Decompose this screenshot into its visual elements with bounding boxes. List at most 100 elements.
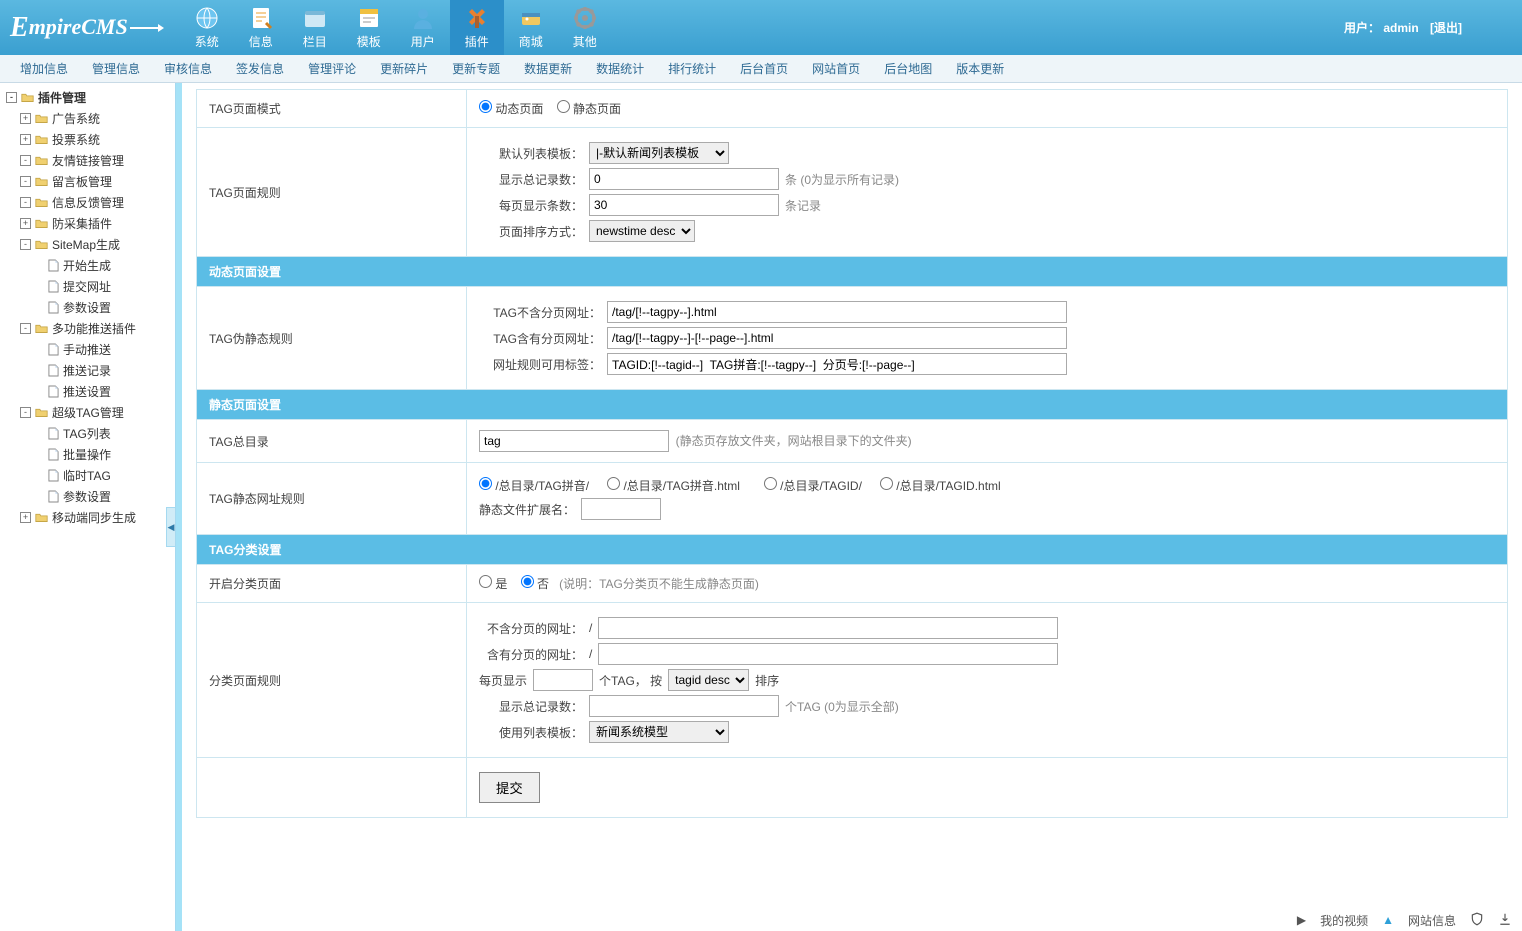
expand-icon[interactable]: - [20,323,31,334]
tree-leaf-8-0[interactable]: TAG列表 [2,423,173,444]
radio-surl-4[interactable]: /总目录/TAGID.html [880,477,1001,494]
folder-icon [35,218,48,229]
expand-icon[interactable]: - [20,407,31,418]
subnav-item-10[interactable]: 后台首页 [728,60,800,77]
download-icon[interactable] [1498,912,1512,929]
url-no-page-input[interactable] [607,301,1067,323]
radio-surl-2[interactable]: /总目录/TAG拼音.html [607,477,740,494]
topnav-system[interactable]: 系统 [180,0,234,55]
tree-leaf-7-2[interactable]: 推送设置 [2,381,173,402]
subnav-item-0[interactable]: 增加信息 [8,60,80,77]
subnav-item-12[interactable]: 后台地图 [872,60,944,77]
tree-leaf-7-0[interactable]: 手动推送 [2,339,173,360]
play-icon[interactable]: ▶ [1297,913,1306,927]
status-video[interactable]: 我的视频 [1320,912,1368,929]
topnav-user[interactable]: 用户 [396,0,450,55]
tree-leaf-8-2[interactable]: 临时TAG [2,465,173,486]
tree-item-7[interactable]: -多功能推送插件 [2,318,173,339]
user-box: 用户： admin [退出] [1344,19,1522,36]
subnav-item-1[interactable]: 管理信息 [80,60,152,77]
topnav-template[interactable]: 模板 [342,0,396,55]
expand-icon[interactable]: + [20,134,31,145]
subnav-item-5[interactable]: 更新碎片 [368,60,440,77]
expand-icon[interactable]: + [20,113,31,124]
tree-leaf-6-0[interactable]: 开始生成 [2,255,173,276]
tree-leaf-8-1[interactable]: 批量操作 [2,444,173,465]
subnav-item-3[interactable]: 签发信息 [224,60,296,77]
tree-leaf-6-1[interactable]: 提交网址 [2,276,173,297]
tree-item-4[interactable]: -信息反馈管理 [2,192,173,213]
shop-icon [518,5,544,31]
cat-per-page-input[interactable] [533,669,593,691]
radio-dynamic[interactable]: 动态页面 [479,102,543,116]
logout-link[interactable]: [退出] [1430,21,1462,35]
subnav-item-2[interactable]: 审核信息 [152,60,224,77]
radio-static[interactable]: 静态页面 [557,102,621,116]
expand-icon[interactable]: - [20,176,31,187]
up-icon[interactable]: ▲ [1382,913,1394,927]
tree-leaf-8-3[interactable]: 参数设置 [2,486,173,507]
cat-template-select[interactable]: 新闻系统模型 [589,721,729,743]
cat-url-page-input[interactable] [598,643,1058,665]
folder-icon [35,197,48,208]
folder-icon [35,512,48,523]
cat-order-select[interactable]: tagid desc [668,669,749,691]
url-tags-input[interactable] [607,353,1067,375]
expand-icon[interactable]: + [20,512,31,523]
tree-item-2[interactable]: -友情链接管理 [2,150,173,171]
subnav-item-9[interactable]: 排行统计 [656,60,728,77]
topnav-other[interactable]: 其他 [558,0,612,55]
subnav-item-7[interactable]: 数据更新 [512,60,584,77]
expand-icon[interactable]: - [6,92,17,103]
tree-item-1[interactable]: +投票系统 [2,129,173,150]
subnav-item-4[interactable]: 管理评论 [296,60,368,77]
topnav-plugin[interactable]: 插件 [450,0,504,55]
tree-item-5[interactable]: +防采集插件 [2,213,173,234]
expand-icon[interactable]: - [20,155,31,166]
row-catrule-label: 分类页面规则 [197,603,467,758]
expand-icon[interactable]: - [20,239,31,250]
static-ext-input[interactable] [581,498,661,520]
topnav-info[interactable]: 信息 [234,0,288,55]
expand-icon[interactable]: - [20,197,31,208]
tree-item-3[interactable]: -留言板管理 [2,171,173,192]
file-icon [48,469,59,482]
radio-cat-no[interactable]: 否 [521,577,549,591]
topnav-shop[interactable]: 商城 [504,0,558,55]
shield-icon[interactable] [1470,912,1484,929]
other-icon [572,5,598,31]
folder-icon [35,134,48,145]
per-page-input[interactable] [589,194,779,216]
folder-icon [21,92,34,103]
tree-leaf-7-1[interactable]: 推送记录 [2,360,173,381]
submit-button[interactable]: 提交 [479,772,540,803]
order-by-select[interactable]: newstime desc [589,220,695,242]
tree-item-0[interactable]: +广告系统 [2,108,173,129]
radio-surl-1[interactable]: /总目录/TAG拼音/ [479,477,589,494]
topnav-column[interactable]: 栏目 [288,0,342,55]
cat-url-nopage-input[interactable] [598,617,1058,639]
tree-root[interactable]: -插件管理 [2,87,173,108]
radio-surl-3[interactable]: /总目录/TAGID/ [758,477,862,494]
tree-leaf-6-2[interactable]: 参数设置 [2,297,173,318]
folder-icon [35,155,48,166]
subnav-item-6[interactable]: 更新专题 [440,60,512,77]
total-records-input[interactable] [589,168,779,190]
subnav-item-13[interactable]: 版本更新 [944,60,1016,77]
tag-dir-input[interactable] [479,430,669,452]
default-template-select[interactable]: |-默认新闻列表模板 [589,142,729,164]
radio-cat-yes[interactable]: 是 [479,577,507,591]
template-icon [356,5,382,31]
cat-total-input[interactable] [589,695,779,717]
logo: EmpireCMS [0,12,180,44]
status-info[interactable]: 网站信息 [1408,912,1456,929]
sidebar-collapse-icon[interactable]: ◀ [166,507,176,547]
tree-item-8[interactable]: -超级TAG管理 [2,402,173,423]
tree-item-9[interactable]: +移动端同步生成 [2,507,173,528]
expand-icon[interactable]: + [20,218,31,229]
subnav-item-11[interactable]: 网站首页 [800,60,872,77]
content-pane: TAG页面模式 动态页面 静态页面 TAG页面规则 默认列表模板： |-默认新闻… [176,83,1522,931]
subnav-item-8[interactable]: 数据统计 [584,60,656,77]
url-with-page-input[interactable] [607,327,1067,349]
tree-item-6[interactable]: -SiteMap生成 [2,234,173,255]
